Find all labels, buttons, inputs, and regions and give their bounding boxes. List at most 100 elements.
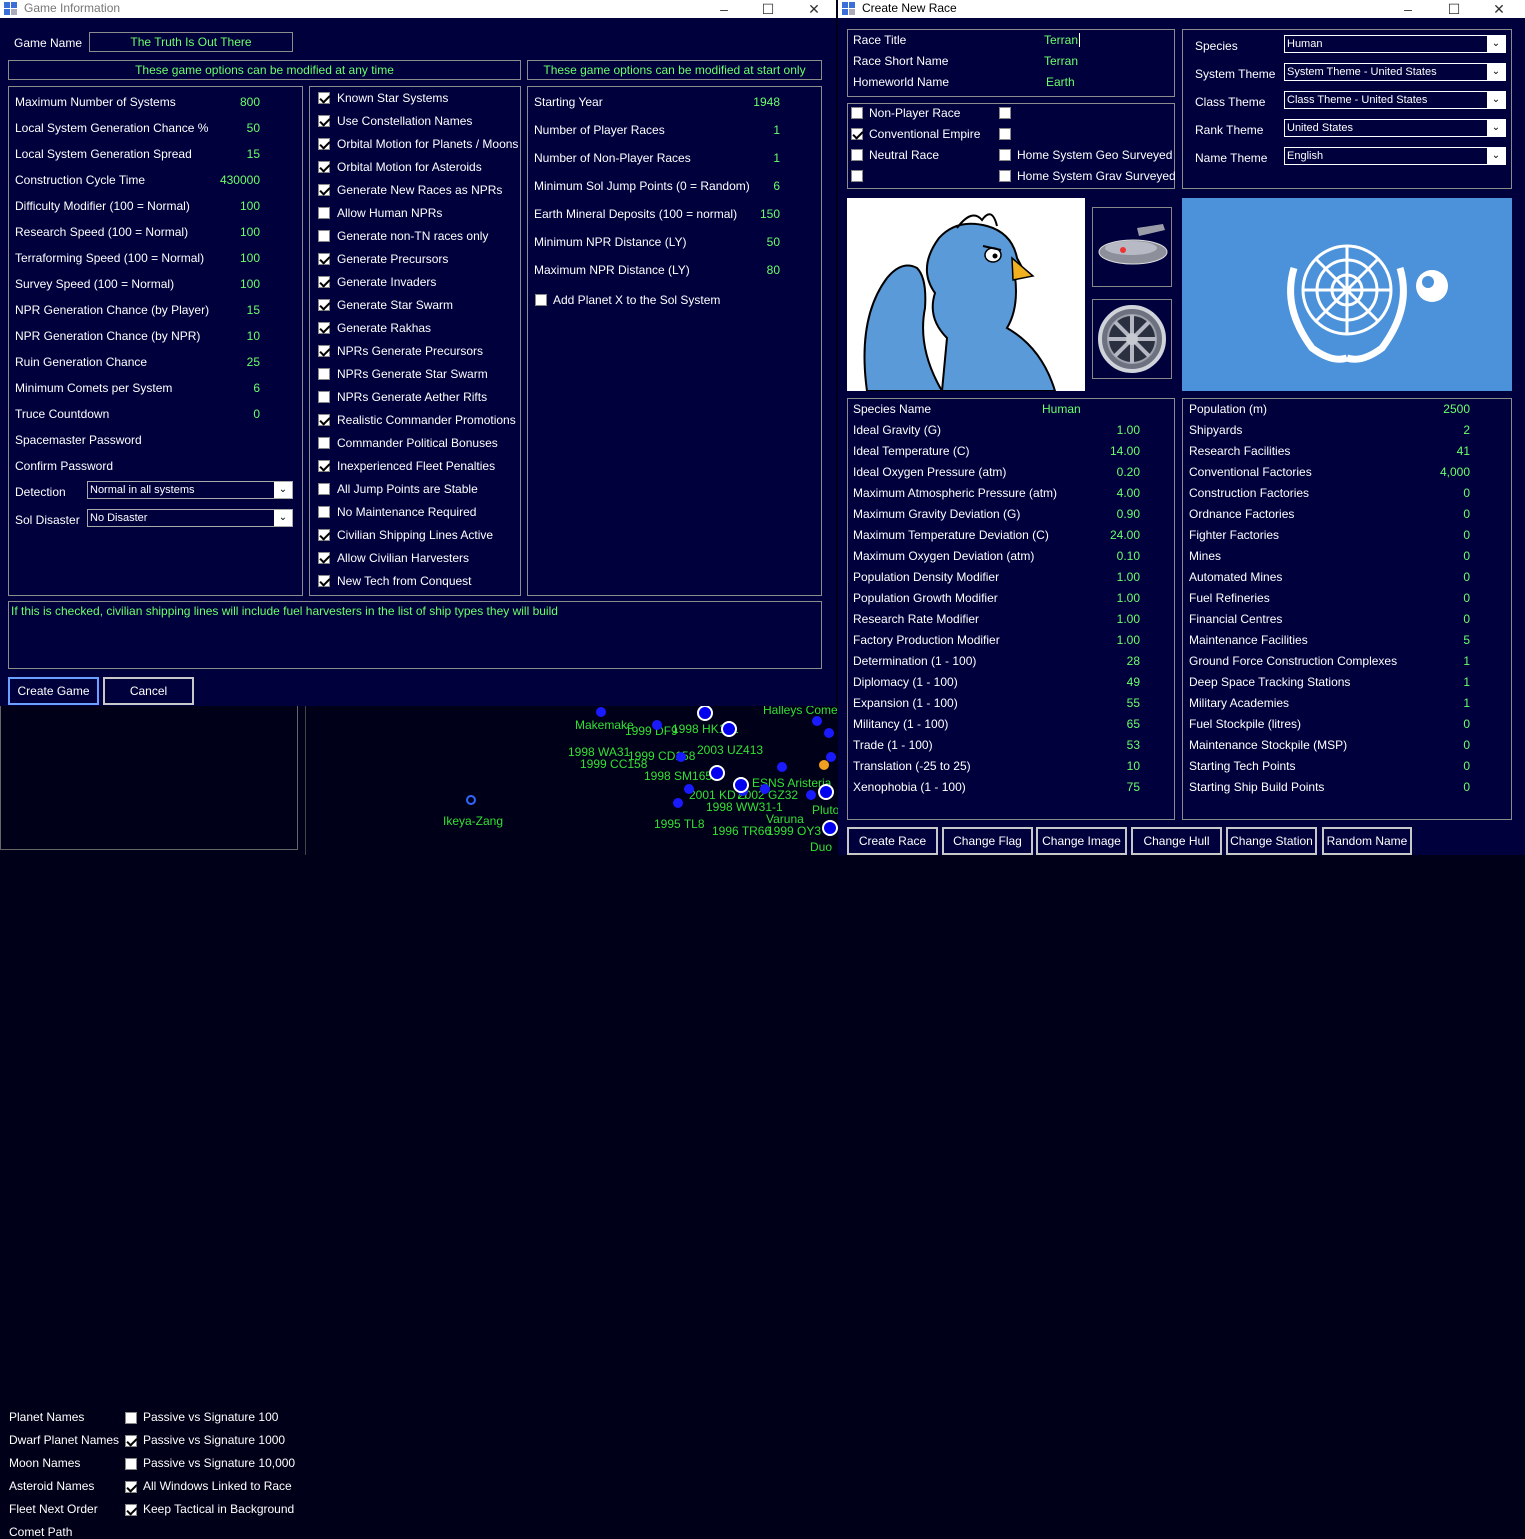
race-flag-image[interactable] (1182, 198, 1512, 391)
colony-stat-value[interactable]: 0 (1418, 549, 1470, 563)
start-option-value[interactable]: 1 (720, 151, 780, 165)
numeric-option-value[interactable]: 50 (200, 121, 260, 135)
colony-stat-value[interactable]: 0 (1418, 570, 1470, 584)
option-checkbox[interactable] (318, 322, 330, 334)
numeric-option-value[interactable]: 100 (200, 251, 260, 265)
chevron-down-icon[interactable]: ⌄ (1487, 148, 1505, 164)
map-body-marker[interactable] (684, 784, 694, 794)
race-flag-checkbox[interactable] (851, 128, 863, 140)
option-checkbox[interactable] (318, 345, 330, 357)
display-option-checkbox[interactable] (125, 1481, 137, 1493)
map-body-marker[interactable] (596, 707, 606, 717)
race-flag-checkbox[interactable] (999, 107, 1011, 119)
colony-stat-value[interactable]: 0 (1418, 507, 1470, 521)
map-body-label[interactable]: 1996 TR66 (712, 824, 771, 838)
option-checkbox[interactable] (318, 299, 330, 311)
option-checkbox[interactable] (318, 92, 330, 104)
numeric-option-value[interactable]: 0 (200, 407, 260, 421)
option-checkbox[interactable] (318, 368, 330, 380)
option-checkbox[interactable] (318, 276, 330, 288)
colony-stat-value[interactable]: 5 (1418, 633, 1470, 647)
cancel-button[interactable]: Cancel (103, 677, 194, 705)
chevron-down-icon[interactable]: ⌄ (274, 482, 292, 498)
colony-stat-value[interactable]: 2 (1418, 423, 1470, 437)
change-hull-button[interactable]: Change Hull (1131, 827, 1222, 855)
theme-select[interactable]: System Theme - United States ⌄ (1284, 63, 1506, 81)
colony-stat-value[interactable]: 0 (1418, 612, 1470, 626)
map-body-label[interactable]: Ikeya-Zang (443, 814, 503, 828)
chevron-down-icon[interactable]: ⌄ (1487, 120, 1505, 136)
race-flag-checkbox[interactable] (999, 128, 1011, 140)
option-checkbox[interactable] (318, 575, 330, 587)
species-stat-value[interactable]: 28 (1078, 654, 1140, 668)
numeric-option-value[interactable]: 15 (200, 147, 260, 161)
map-body-label[interactable]: Pluto (812, 803, 839, 817)
chevron-down-icon[interactable]: ⌄ (274, 510, 292, 526)
species-stat-value[interactable]: 10 (1078, 759, 1140, 773)
option-checkbox[interactable] (318, 161, 330, 173)
change-station-button[interactable]: Change Station (1226, 827, 1317, 855)
homeworld-input[interactable]: Earth (1046, 75, 1075, 89)
species-stat-value[interactable]: 53 (1078, 738, 1140, 752)
numeric-option-value[interactable]: 25 (200, 355, 260, 369)
station-image[interactable] (1092, 299, 1172, 379)
colony-stat-value[interactable]: 41 (1418, 444, 1470, 458)
detection-select[interactable]: Normal in all systems ⌄ (87, 481, 293, 499)
map-body-marker[interactable] (819, 760, 829, 770)
species-stat-value[interactable]: 24.00 (1078, 528, 1140, 542)
species-stat-value[interactable]: 75 (1078, 780, 1140, 794)
species-stat-value[interactable]: 1.00 (1078, 612, 1140, 626)
close-icon[interactable]: ✕ (794, 0, 834, 18)
map-system-ring[interactable] (697, 705, 713, 721)
numeric-option-value[interactable]: 10 (200, 329, 260, 343)
map-system-ring[interactable] (709, 765, 725, 781)
start-option-value[interactable]: 1 (720, 123, 780, 137)
option-checkbox[interactable] (318, 414, 330, 426)
random-name-button[interactable]: Random Name (1322, 827, 1412, 855)
race-flag-checkbox[interactable] (999, 170, 1011, 182)
display-option-checkbox[interactable] (125, 1504, 137, 1516)
map-body-marker[interactable] (806, 790, 816, 800)
map-system-ring[interactable] (822, 820, 838, 836)
planet-x-checkbox[interactable] (535, 294, 547, 306)
numeric-option-value[interactable]: 100 (200, 225, 260, 239)
numeric-option-value[interactable]: 15 (200, 303, 260, 317)
species-name-input[interactable]: Human (1042, 402, 1081, 416)
option-checkbox[interactable] (318, 391, 330, 403)
sol-disaster-select[interactable]: No Disaster ⌄ (87, 509, 293, 527)
species-stat-value[interactable]: 55 (1078, 696, 1140, 710)
start-option-value[interactable]: 6 (720, 179, 780, 193)
species-stat-value[interactable]: 1.00 (1078, 423, 1140, 437)
game-window-titlebar[interactable]: Game Information – ☐ ✕ (0, 0, 836, 18)
colony-stat-value[interactable]: 0 (1418, 717, 1470, 731)
option-checkbox[interactable] (318, 506, 330, 518)
start-option-value[interactable]: 150 (720, 207, 780, 221)
colony-stat-value[interactable]: 0 (1418, 528, 1470, 542)
option-checkbox[interactable] (318, 230, 330, 242)
map-body-marker[interactable] (777, 762, 787, 772)
species-stat-value[interactable]: 1.00 (1078, 570, 1140, 584)
race-flag-checkbox[interactable] (851, 149, 863, 161)
start-option-value[interactable]: 1948 (720, 95, 780, 109)
species-stat-value[interactable]: 0.90 (1078, 507, 1140, 521)
map-body-label[interactable]: Duo (810, 840, 832, 854)
option-checkbox[interactable] (318, 437, 330, 449)
option-checkbox[interactable] (318, 483, 330, 495)
option-checkbox[interactable] (318, 184, 330, 196)
race-flag-checkbox[interactable] (851, 170, 863, 182)
race-short-input[interactable]: Terran (1044, 54, 1078, 68)
minimize-icon[interactable]: – (704, 0, 744, 18)
display-option-checkbox[interactable] (125, 1412, 137, 1424)
start-option-value[interactable]: 80 (720, 263, 780, 277)
display-option-checkbox[interactable] (125, 1435, 137, 1447)
map-system-ring[interactable] (466, 795, 476, 805)
numeric-option-value[interactable]: 100 (200, 199, 260, 213)
create-game-button[interactable]: Create Game (8, 677, 99, 705)
colony-stat-value[interactable]: 1 (1418, 696, 1470, 710)
option-checkbox[interactable] (318, 115, 330, 127)
species-stat-value[interactable]: 1.00 (1078, 633, 1140, 647)
species-stat-value[interactable]: 0.10 (1078, 549, 1140, 563)
colony-stat-value[interactable]: 0 (1418, 738, 1470, 752)
map-system-ring[interactable] (721, 721, 737, 737)
option-checkbox[interactable] (318, 529, 330, 541)
